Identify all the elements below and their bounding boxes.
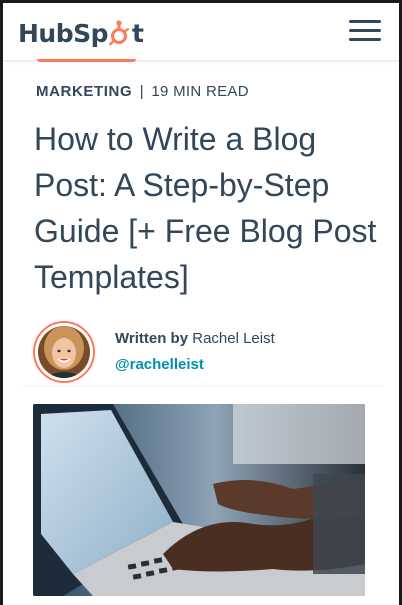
read-time: 19 MIN READ [151,83,249,100]
site-header: HubSp t [3,3,399,61]
author-photo [38,326,90,378]
page: HubSp t Marketing | 19 MIN READ How to W… [3,3,399,605]
logo-text-right: t [132,18,144,48]
hero-image [33,404,365,596]
author-divider [21,386,383,387]
accent-bar [37,59,136,62]
sprocket-icon [109,20,130,46]
category-link[interactable]: Marketing [36,83,132,100]
author-avatar[interactable] [33,321,95,383]
author-twitter-handle[interactable]: @rachelleist [115,356,204,373]
logo-text-left: HubSp [18,18,109,48]
author-block: Written by Rachel Leist @rachelleist [33,321,378,387]
written-by-label: Written by [115,330,189,347]
author-byline: Written by Rachel Leist [115,330,275,347]
author-name-link[interactable]: Rachel Leist [192,330,275,347]
article-meta: Marketing | 19 MIN READ [36,83,249,100]
laptop-typing-photo [33,404,365,596]
hubspot-logo[interactable]: HubSp t [18,15,144,51]
meta-separator: | [139,83,144,100]
hamburger-menu-icon[interactable] [349,20,381,44]
article-title: How to Write a Blog Post: A Step-by-Step… [34,121,377,295]
